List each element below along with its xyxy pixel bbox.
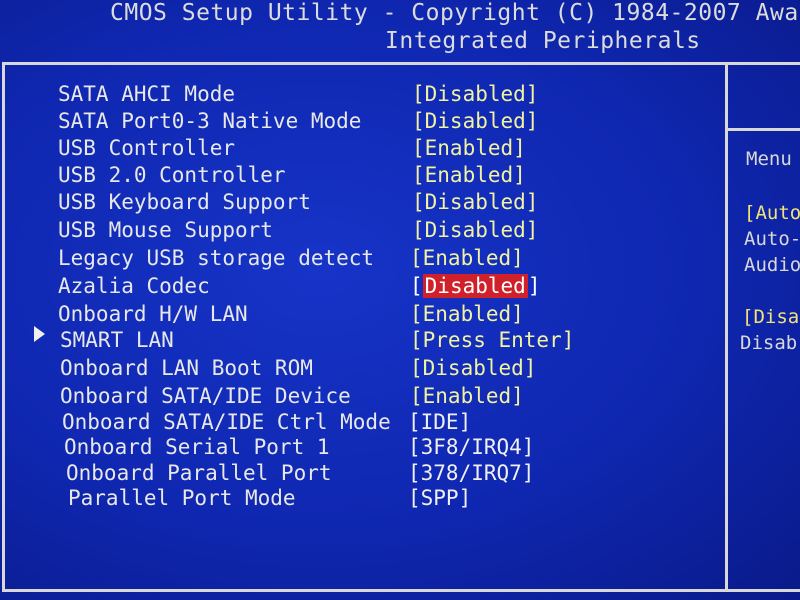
setting-label: USB 2.0 Controller <box>58 163 286 187</box>
settings-list: SATA AHCI Mode [Disabled] SATA Port0-3 N… <box>0 0 725 600</box>
setting-label: Onboard SATA/IDE Ctrl Mode <box>62 410 391 434</box>
setting-row-onboard-parallel-port[interactable]: Onboard Parallel Port [378/IRQ7] <box>66 461 726 487</box>
setting-label: Parallel Port Mode <box>68 486 296 510</box>
item-help-panel: Menu [Auto Auto- Audio [Disa Disab <box>728 62 800 592</box>
setting-value[interactable]: [Enabled] <box>410 246 524 270</box>
setting-label: Onboard LAN Boot ROM <box>60 356 313 380</box>
setting-row-onboard-sata-ide-ctrl-mode[interactable]: Onboard SATA/IDE Ctrl Mode [IDE] <box>62 410 722 436</box>
setting-value[interactable]: [Enabled] <box>410 384 524 408</box>
setting-row-onboard-lan-boot-rom[interactable]: Onboard LAN Boot ROM [Disabled] <box>60 356 720 382</box>
setting-value[interactable]: [Disabled] <box>412 82 538 106</box>
selection-highlight[interactable]: Disabled <box>422 274 528 298</box>
setting-row-azalia-codec[interactable]: Azalia Codec [Disabled] <box>58 274 718 300</box>
setting-row-usb-keyboard-support[interactable]: USB Keyboard Support [Disabled] <box>58 190 718 216</box>
setting-row-onboard-serial-port-1[interactable]: Onboard Serial Port 1 [3F8/IRQ4] <box>64 435 724 461</box>
setting-label: Azalia Codec <box>58 274 210 298</box>
setting-value[interactable]: [Press Enter] <box>410 328 574 352</box>
setting-row-legacy-usb-storage[interactable]: Legacy USB storage detect [Enabled] <box>58 246 718 272</box>
bracket-close: ] <box>527 274 541 298</box>
setting-label: SATA Port0-3 Native Mode <box>58 109 362 133</box>
setting-label: USB Mouse Support <box>58 218 273 242</box>
setting-row-usb2-controller[interactable]: USB 2.0 Controller [Enabled] <box>58 163 718 189</box>
setting-label: Onboard Serial Port 1 <box>64 435 330 459</box>
help-line: Disab <box>740 332 798 354</box>
bios-screen: CMOS Setup Utility - Copyright (C) 1984-… <box>0 0 800 600</box>
help-line: Auto- <box>744 228 800 250</box>
setting-value[interactable]: [SPP] <box>408 486 471 510</box>
setting-value-selected[interactable]: [Disabled] <box>410 274 540 298</box>
setting-value[interactable]: [Disabled] <box>412 190 538 214</box>
setting-value[interactable]: [Disabled] <box>412 109 538 133</box>
setting-label: Onboard SATA/IDE Device <box>60 384 351 408</box>
setting-label: SATA AHCI Mode <box>58 82 236 106</box>
help-line: [Auto <box>744 202 800 224</box>
setting-label: Legacy USB storage detect <box>58 246 375 270</box>
setting-label: USB Controller <box>58 136 236 160</box>
submenu-arrow-icon <box>34 326 45 342</box>
setting-value[interactable]: [378/IRQ7] <box>408 461 534 485</box>
help-line: Audio <box>744 254 800 276</box>
setting-value[interactable]: [Enabled] <box>410 302 524 326</box>
setting-row-parallel-port-mode[interactable]: Parallel Port Mode [SPP] <box>68 486 728 512</box>
setting-value[interactable]: [Enabled] <box>412 136 526 160</box>
menu-level-label: Menu <box>746 148 792 170</box>
setting-value[interactable]: [3F8/IRQ4] <box>408 435 534 459</box>
setting-label: Onboard H/W LAN <box>58 302 248 326</box>
setting-value[interactable]: [Enabled] <box>412 163 526 187</box>
setting-value[interactable]: [Disabled] <box>412 218 538 242</box>
setting-label: Onboard Parallel Port <box>66 461 332 485</box>
setting-row-onboard-hw-lan[interactable]: Onboard H/W LAN [Enabled] <box>58 302 718 328</box>
bracket-open: [ <box>410 274 423 298</box>
setting-value[interactable]: [IDE] <box>408 410 471 434</box>
setting-row-sata-port-native-mode[interactable]: SATA Port0-3 Native Mode [Disabled] <box>58 109 718 135</box>
setting-row-usb-controller[interactable]: USB Controller [Enabled] <box>58 136 718 162</box>
setting-row-sata-ahci-mode[interactable]: SATA AHCI Mode [Disabled] <box>58 82 718 108</box>
help-line: [Disa <box>742 306 800 328</box>
setting-row-smart-lan[interactable]: SMART LAN [Press Enter] <box>60 328 720 354</box>
setting-value[interactable]: [Disabled] <box>410 356 536 380</box>
setting-label: SMART LAN <box>60 328 174 352</box>
setting-row-onboard-sata-ide-device[interactable]: Onboard SATA/IDE Device [Enabled] <box>60 384 720 410</box>
setting-row-usb-mouse-support[interactable]: USB Mouse Support [Disabled] <box>58 218 718 244</box>
setting-label: USB Keyboard Support <box>58 190 311 214</box>
